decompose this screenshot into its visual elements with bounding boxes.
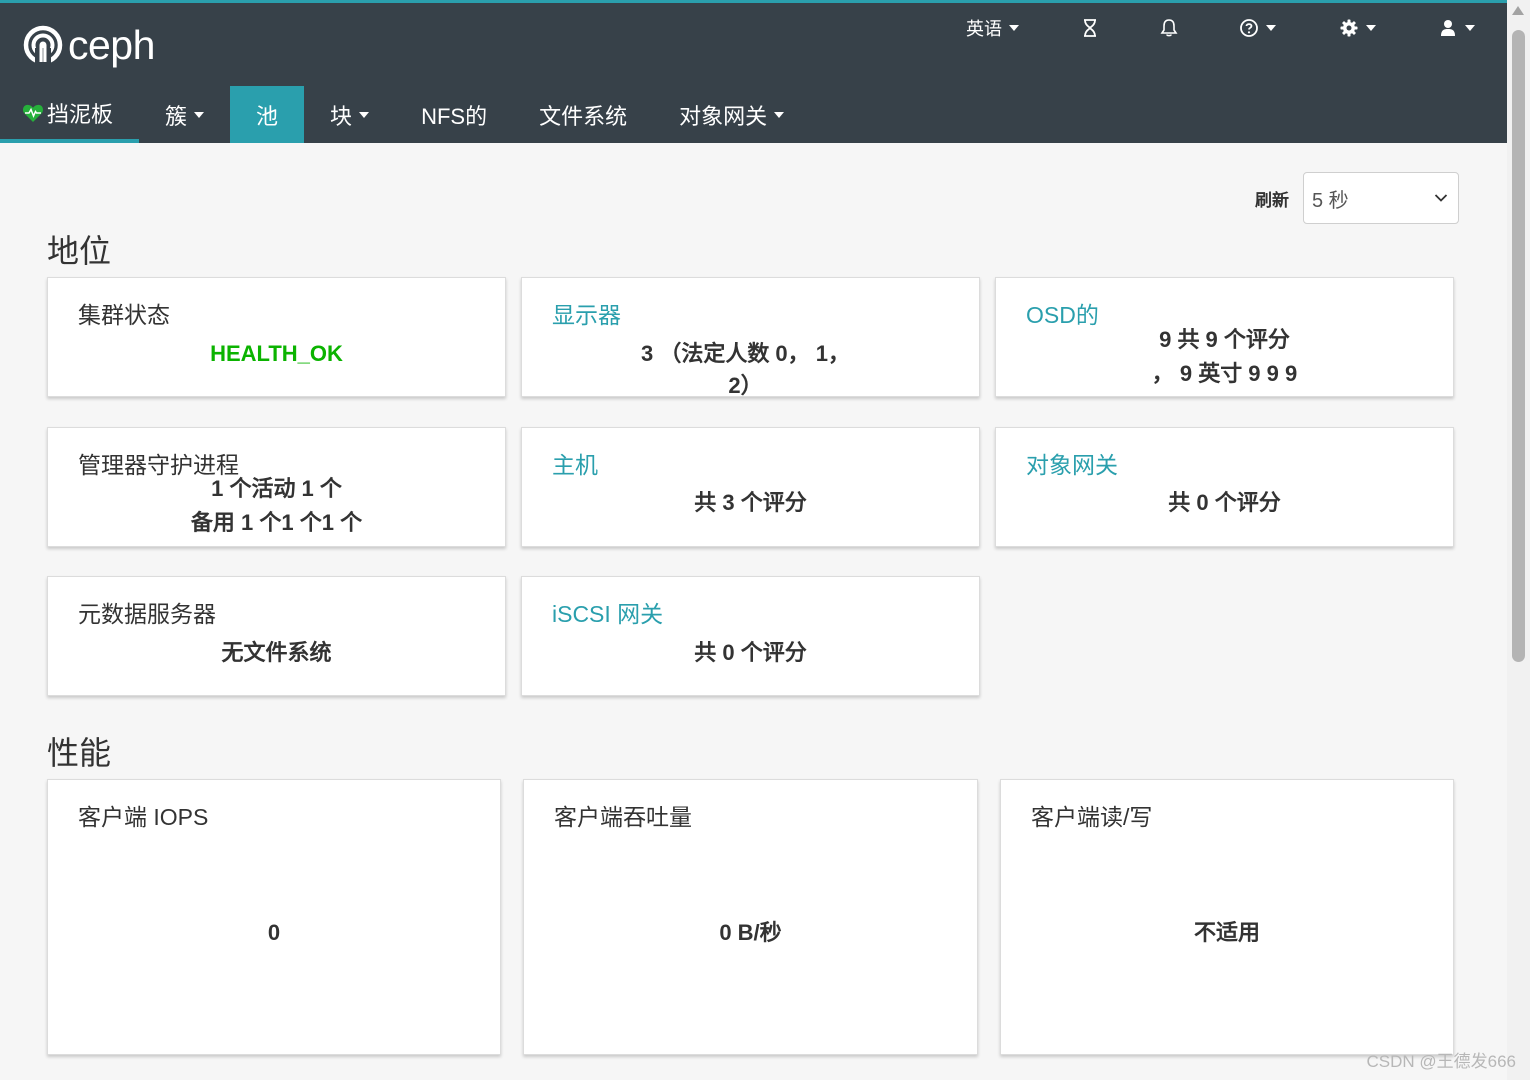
- tab-filesystems-label: 文件系统: [539, 103, 628, 129]
- tab-block[interactable]: 块: [304, 86, 395, 143]
- refresh-interval-value: 5 秒: [1312, 189, 1349, 212]
- chevron-down-icon: [774, 111, 785, 118]
- card-value-line: 1 个活动 1 个: [211, 476, 342, 501]
- tab-object-gateway[interactable]: 对象网关: [653, 86, 810, 143]
- tab-dashboard[interactable]: 挡泥板: [0, 86, 140, 143]
- tab-cluster[interactable]: 簇: [139, 86, 230, 143]
- tab-nfs[interactable]: NFS的: [395, 86, 513, 143]
- card-value: 不适用: [1193, 920, 1260, 945]
- watermark: CSDN @王德发666: [1366, 1052, 1516, 1071]
- notifications-button[interactable]: [1159, 13, 1179, 43]
- card-value-line: ， 9 英寸 9 9 9: [1151, 361, 1298, 386]
- card-title-link[interactable]: 显示器: [552, 296, 621, 330]
- card-title: 集群状态: [78, 302, 170, 328]
- card-hosts: 主机 共 3 个评分: [521, 427, 980, 547]
- card-title: 元数据服务器: [78, 601, 216, 627]
- tasks-button[interactable]: [1080, 13, 1100, 43]
- card-title: 客户端 IOPS: [78, 804, 209, 830]
- tab-block-label: 块: [330, 103, 353, 129]
- main-nav-tabs: 挡泥板 簇 池 块 NFS的 文件系统 对象网关: [0, 86, 810, 143]
- user-icon: [1441, 20, 1455, 36]
- card-value: 共 0 个评分: [694, 640, 807, 665]
- ceph-logo-icon: [23, 25, 63, 66]
- language-dropdown[interactable]: 英语: [966, 13, 1019, 43]
- performance-section-title: 性能: [47, 735, 112, 771]
- tab-object-gateway-label: 对象网关: [679, 103, 768, 129]
- card-monitors: 显示器 3 （法定人数 0， 1， 2）: [521, 277, 980, 398]
- scroll-up-arrow-icon[interactable]: [1512, 6, 1524, 15]
- user-dropdown[interactable]: [1438, 13, 1475, 43]
- card-value: 0: [267, 920, 281, 945]
- refresh-control: 刷新 5 秒: [1255, 172, 1459, 224]
- tab-pools[interactable]: 池: [230, 86, 305, 143]
- card-title-link[interactable]: 主机: [552, 446, 598, 480]
- card-value-line: 3 （法定人数 0， 1，: [640, 341, 851, 366]
- gear-icon: [1340, 19, 1358, 37]
- question-circle-icon: [1240, 19, 1258, 37]
- tab-filesystems[interactable]: 文件系统: [513, 86, 653, 143]
- status-section-title: 地位: [47, 233, 112, 269]
- card-value: 无文件系统: [221, 640, 332, 665]
- bell-icon: [1160, 19, 1178, 37]
- chevron-down-icon: [194, 111, 205, 118]
- language-label: 英语: [966, 19, 1002, 39]
- chevron-down-icon: [1366, 25, 1376, 31]
- ceph-logo[interactable]: ceph: [22, 21, 155, 68]
- card-client-iops: 客户端 IOPS 0: [47, 779, 501, 1055]
- card-metadata-servers: 元数据服务器 无文件系统: [47, 576, 506, 696]
- hourglass-icon: [1084, 19, 1096, 37]
- navbar: ceph 英语 挡泥板 簇 池 块 NFS的 文件系统 对象网关: [0, 3, 1507, 143]
- card-value: 共 3 个评分: [694, 490, 807, 515]
- card-client-read-write: 客户端读/写 不适用: [1000, 779, 1454, 1055]
- card-osds: OSD的 9 共 9 个评分 ， 9 英寸 9 9 9: [995, 277, 1454, 397]
- scrollbar-thumb[interactable]: [1512, 30, 1525, 662]
- tab-dashboard-label: 挡泥板: [47, 101, 114, 127]
- refresh-label: 刷新: [1255, 190, 1289, 210]
- help-dropdown[interactable]: [1239, 13, 1276, 43]
- chevron-down-icon: [1465, 25, 1475, 31]
- card-client-throughput: 客户端吞吐量 0 B/秒: [523, 779, 978, 1055]
- chevron-down-icon: [1434, 194, 1448, 202]
- tab-cluster-label: 簇: [165, 103, 188, 129]
- card-iscsi-gateways: iSCSI 网关 共 0 个评分: [521, 576, 980, 696]
- card-value: 0 B/秒: [719, 920, 782, 945]
- chevron-down-icon: [1009, 25, 1019, 31]
- card-title: 客户端读/写: [1031, 804, 1153, 830]
- health-status-value[interactable]: HEALTH_OK: [48, 337, 505, 371]
- logo-text: ceph: [68, 21, 155, 68]
- card-cluster-status: 集群状态 HEALTH_OK: [47, 277, 506, 397]
- tab-nfs-label: NFS的: [421, 103, 488, 129]
- card-manager-daemons: 管理器守护进程 1 个活动 1 个 备用 1 个1 个1 个: [47, 427, 506, 547]
- chevron-down-icon: [1266, 25, 1276, 31]
- refresh-interval-select[interactable]: 5 秒: [1303, 172, 1459, 224]
- vertical-scrollbar[interactable]: [1507, 0, 1530, 1080]
- card-value: 共 0 个评分: [1168, 490, 1281, 515]
- tab-pools-label: 池: [256, 103, 279, 129]
- card-object-gateways: 对象网关 共 0 个评分: [995, 427, 1454, 547]
- card-title-link[interactable]: 对象网关: [1026, 446, 1118, 480]
- card-value-line: 备用 1 个1 个1 个: [190, 510, 363, 535]
- chevron-down-icon: [359, 111, 370, 118]
- settings-dropdown[interactable]: [1339, 13, 1376, 43]
- card-value-line: 2）: [728, 373, 763, 398]
- card-title: 客户端吞吐量: [554, 804, 692, 830]
- card-title-link[interactable]: iSCSI 网关: [552, 595, 663, 629]
- card-value-line: 9 共 9 个评分: [1159, 327, 1290, 352]
- heartbeat-icon: [22, 104, 44, 122]
